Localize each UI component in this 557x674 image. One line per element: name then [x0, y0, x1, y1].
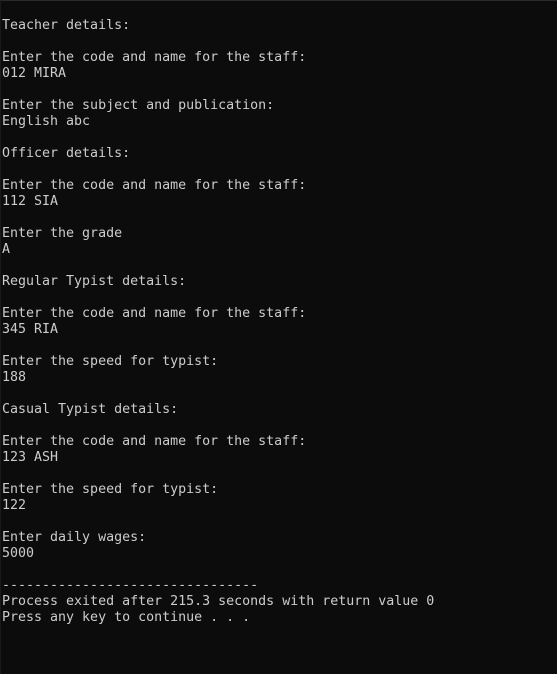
- console-line: Enter the code and name for the staff:: [2, 306, 307, 321]
- console-line: Enter the code and name for the staff:: [2, 50, 307, 65]
- process-exit-status: Process exited after 215.3 seconds with …: [2, 594, 435, 609]
- console-line: Enter the subject and publication:: [2, 98, 275, 113]
- console-line: Officer details:: [2, 146, 131, 161]
- console-line: Enter daily wages:: [2, 530, 147, 545]
- console-line: Enter the speed for typist:: [2, 354, 219, 369]
- console-line: 112 SIA: [2, 194, 59, 209]
- console-line: A: [2, 242, 11, 257]
- console-line: 5000: [2, 546, 35, 561]
- console-line: 345 RIA: [2, 322, 59, 337]
- continue-prompt: Press any key to continue . . .: [2, 610, 251, 625]
- console-line: 123 ASH: [2, 450, 59, 465]
- console-line: Regular Typist details:: [2, 274, 187, 289]
- console-line: Enter the grade: [2, 226, 123, 241]
- console-line: Enter the code and name for the staff:: [2, 434, 307, 449]
- console-window[interactable]: Teacher details: Enter the code and name…: [0, 0, 557, 674]
- console-line: 188: [2, 370, 27, 385]
- console-line: Teacher details:: [2, 18, 131, 33]
- separator-line: --------------------------------: [2, 578, 259, 593]
- console-line: English abc: [2, 114, 91, 129]
- console-line: 012 MIRA: [2, 66, 67, 81]
- console-line: Enter the speed for typist:: [2, 482, 219, 497]
- console-line: 122: [2, 498, 27, 513]
- console-line: Enter the code and name for the staff:: [2, 178, 307, 193]
- console-line: Casual Typist details:: [2, 402, 179, 417]
